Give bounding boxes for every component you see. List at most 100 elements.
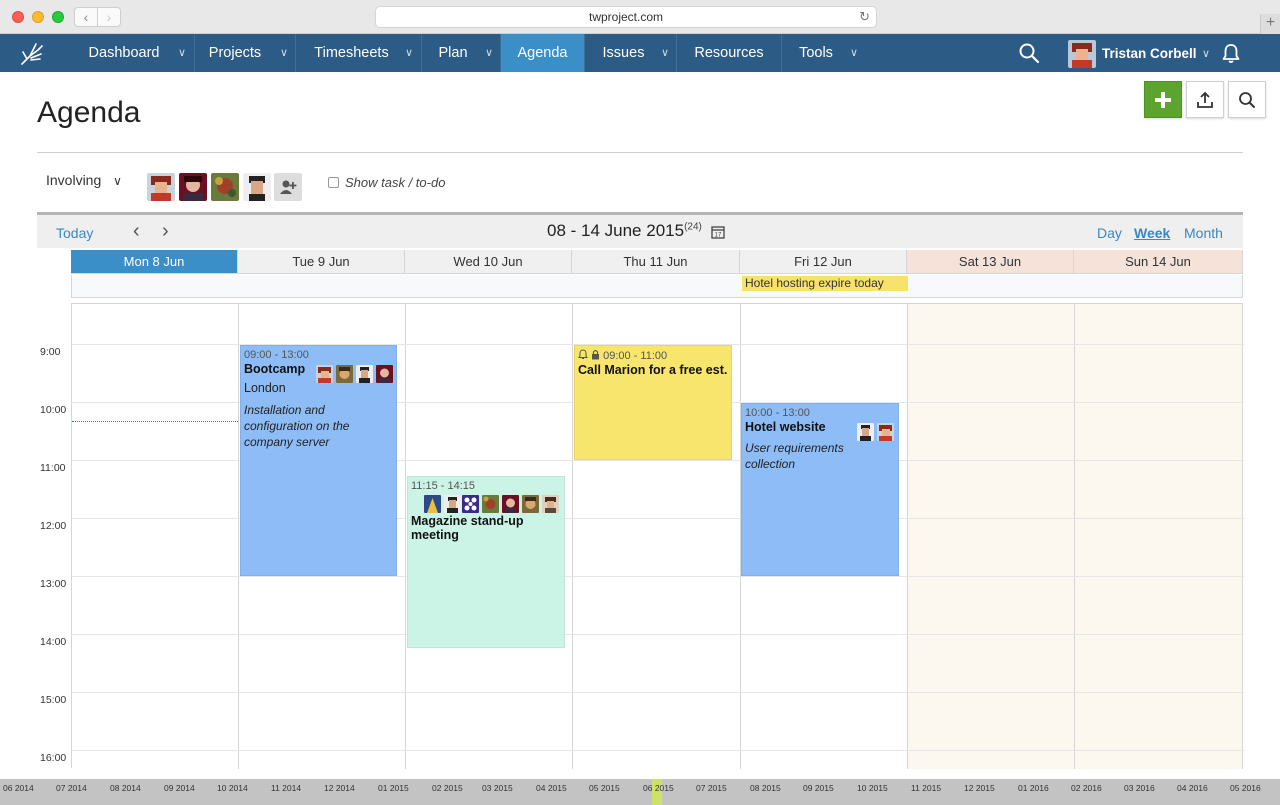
nav-projects[interactable]: Projects ∨ [195, 34, 296, 72]
timeline-label[interactable]: 12 2014 [324, 783, 355, 793]
timeline-label[interactable]: 02 2016 [1071, 783, 1102, 793]
browser-back-button[interactable]: ‹ [74, 7, 98, 27]
day-column[interactable] [72, 304, 239, 769]
day-header-sat[interactable]: Sat 13 Jun [907, 250, 1074, 274]
chevron-down-icon[interactable]: ∨ [850, 34, 858, 72]
chevron-down-icon[interactable]: ∨ [661, 34, 669, 72]
timeline-label[interactable]: 09 2015 [803, 783, 834, 793]
day-column[interactable] [908, 304, 1075, 769]
chevron-down-icon[interactable]: ∨ [178, 34, 186, 72]
timeline-label[interactable]: 10 2014 [217, 783, 248, 793]
event-bootcamp[interactable]: 09:00 - 13:00 Bootcamp London Installati… [240, 345, 397, 576]
nav-plan[interactable]: Plan ∨ [422, 34, 501, 72]
timeline-label[interactable]: 05 2016 [1230, 783, 1261, 793]
timeline-label[interactable]: 04 2016 [1177, 783, 1208, 793]
timeline-label[interactable]: 08 2015 [750, 783, 781, 793]
day-header-tue[interactable]: Tue 9 Jun [238, 250, 405, 274]
timeline-label[interactable]: 06 2014 [3, 783, 34, 793]
event-magazine-standup[interactable]: 11:15 - 14:15 Magazine stand-up meeting [407, 476, 565, 648]
twproject-logo[interactable] [0, 34, 72, 72]
view-day-button[interactable]: Day [1097, 225, 1122, 241]
main-navigation: Dashboard ∨ Projects ∨ Timesheets ∨ Plan… [0, 34, 1280, 72]
search-agenda-button[interactable] [1228, 81, 1266, 118]
nav-timesheets-label: Timesheets [314, 45, 389, 61]
view-week-button[interactable]: Week [1134, 225, 1170, 241]
nav-tools[interactable]: Tools ∨ [782, 34, 872, 72]
nav-agenda[interactable]: Agenda [501, 34, 585, 72]
all-day-row [71, 275, 1243, 298]
day-header-thu[interactable]: Thu 11 Jun [572, 250, 740, 274]
nav-dashboard-label: Dashboard [88, 45, 160, 61]
add-person-button[interactable] [274, 173, 302, 201]
nav-dashboard[interactable]: Dashboard ∨ [72, 34, 195, 72]
timeline-label[interactable]: 12 2015 [964, 783, 995, 793]
chevron-down-icon[interactable]: ∨ [280, 34, 288, 72]
today-button[interactable]: Today [56, 225, 93, 241]
timeline-label[interactable]: 10 2015 [857, 783, 888, 793]
view-month-button[interactable]: Month [1184, 225, 1223, 241]
timeline-label[interactable]: 11 2015 [911, 783, 941, 793]
participant-avatar [336, 365, 353, 383]
new-tab-button[interactable]: + [1260, 14, 1280, 34]
nav-timesheets[interactable]: Timesheets ∨ [296, 34, 422, 72]
day-header-mon[interactable]: Mon 8 Jun [71, 250, 238, 274]
person-avatar[interactable] [243, 173, 271, 201]
timeline-label[interactable]: 03 2016 [1124, 783, 1155, 793]
nav-agenda-label: Agenda [517, 45, 568, 61]
event-participants [857, 423, 897, 441]
plus-icon [1155, 91, 1171, 108]
nav-plan-label: Plan [438, 45, 468, 61]
participant-avatar [542, 495, 559, 513]
person-avatar[interactable] [179, 173, 207, 201]
browser-forward-button[interactable]: › [97, 7, 121, 27]
nav-resources[interactable]: Resources [677, 34, 782, 72]
nav-issues[interactable]: Issues ∨ [585, 34, 677, 72]
close-window-button[interactable] [12, 11, 24, 23]
timeline-label[interactable]: 02 2015 [432, 783, 463, 793]
show-task-toggle[interactable]: Show task / to-do [328, 175, 445, 190]
search-icon[interactable] [1018, 42, 1040, 69]
url-text: twproject.com [588, 10, 664, 24]
add-user-icon [280, 180, 297, 194]
timeline-label[interactable]: 06 2015 [643, 783, 674, 793]
timeline-label[interactable]: 03 2015 [482, 783, 513, 793]
bell-icon[interactable] [1220, 42, 1242, 69]
hour-label: 9:00 [40, 346, 61, 358]
day-header-sun[interactable]: Sun 14 Jun [1074, 250, 1243, 274]
chevron-right-icon[interactable]: › [162, 220, 169, 243]
timeline-label[interactable]: 07 2015 [696, 783, 727, 793]
chevron-down-icon[interactable]: ∨ [405, 34, 413, 72]
address-bar[interactable]: twproject.com ↻ [375, 6, 877, 28]
participant-avatar [462, 495, 479, 513]
chevron-left-icon[interactable]: ‹ [133, 220, 140, 243]
event-call-marion[interactable]: 09:00 - 11:00 Call Marion for a free est… [574, 345, 732, 460]
add-event-button[interactable] [1144, 81, 1182, 118]
day-header-fri[interactable]: Fri 12 Jun [740, 250, 907, 274]
chevron-down-icon[interactable]: ∨ [485, 34, 493, 72]
chevron-down-icon[interactable]: ∨ [1202, 40, 1210, 68]
hour-line [72, 576, 1244, 577]
person-avatar[interactable] [147, 173, 175, 201]
person-avatar[interactable] [211, 173, 239, 201]
event-hotel-website[interactable]: 10:00 - 13:00 Hotel website User require… [741, 403, 899, 576]
export-button[interactable] [1186, 81, 1224, 118]
all-day-event[interactable]: Hotel hosting expire today [742, 276, 908, 291]
minimize-window-button[interactable] [32, 11, 44, 23]
timeline-bar[interactable]: 06 2014 07 2014 08 2014 09 2014 10 2014 … [0, 779, 1280, 805]
timeline-label[interactable]: 04 2015 [536, 783, 567, 793]
timeline-label[interactable]: 05 2015 [589, 783, 620, 793]
timeline-label[interactable]: 11 2014 [271, 783, 301, 793]
timeline-label[interactable]: 01 2015 [378, 783, 409, 793]
day-header-wed[interactable]: Wed 10 Jun [405, 250, 572, 274]
timeline-label[interactable]: 01 2016 [1018, 783, 1049, 793]
timeline-label[interactable]: 08 2014 [110, 783, 141, 793]
involving-dropdown[interactable]: Involving ∨ [46, 172, 122, 188]
calendar-icon[interactable]: 17 [711, 225, 725, 244]
upload-icon [1197, 91, 1213, 108]
day-column[interactable] [1075, 304, 1243, 769]
timeline-label[interactable]: 09 2014 [164, 783, 195, 793]
timeline-label[interactable]: 07 2014 [56, 783, 87, 793]
show-task-checkbox[interactable] [328, 177, 339, 188]
reload-icon[interactable]: ↻ [859, 7, 870, 27]
zoom-window-button[interactable] [52, 11, 64, 23]
